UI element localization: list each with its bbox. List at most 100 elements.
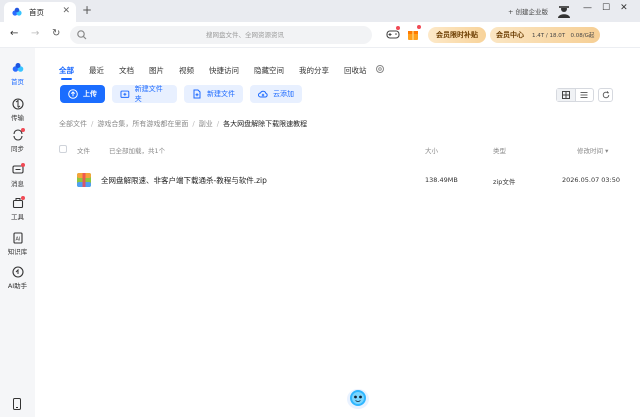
create-enterprise-link[interactable]: + 创建企业版 <box>508 6 548 16</box>
sidebar-item-label: 消息 <box>11 180 24 188</box>
gamepad-badge <box>396 26 400 30</box>
breadcrumb-item[interactable]: 全部文件 <box>59 120 87 128</box>
sidebar-item-label: AI助手 <box>7 282 28 290</box>
sort-desc-icon: ▾ <box>605 147 609 155</box>
sidebar-item-label: 传输 <box>11 114 24 122</box>
refresh-list-button[interactable] <box>598 88 613 102</box>
sidebar-item-transfer[interactable]: 传输 <box>0 98 35 122</box>
user-avatar-icon[interactable] <box>557 4 571 18</box>
new-folder-button[interactable]: 新建文件夹 <box>112 85 177 103</box>
window-close-button[interactable]: ✕ <box>620 3 628 13</box>
col-type-header[interactable]: 类型 <box>493 145 506 155</box>
vip-center-label: 会员中心 <box>496 31 524 39</box>
sidebar-item-label: 首页 <box>11 78 24 86</box>
tab-close-icon[interactable]: ✕ <box>62 6 70 16</box>
file-table-header: 文件 已全部加载，共1个 大小 类型 修改时间 ▾ <box>59 144 619 156</box>
forward-arrow-icon[interactable]: → <box>31 28 39 40</box>
minimize-button[interactable]: — <box>583 3 592 13</box>
refresh-icon[interactable]: ↻ <box>52 28 60 40</box>
zip-file-icon <box>77 173 91 187</box>
new-file-button[interactable]: 新建文件 <box>184 85 243 103</box>
file-modified: 2026.05.07 03:50 <box>562 176 621 184</box>
sidebar-item-label: 知识库 <box>7 248 28 256</box>
breadcrumb-item[interactable]: 游戏合集，所有游戏都在里面 <box>97 120 188 128</box>
tab-videos[interactable]: 视频 <box>179 65 194 76</box>
tab-home[interactable]: 首页 ✕ <box>4 2 76 22</box>
new-folder-icon <box>120 90 130 98</box>
category-tabs: 全部 最近 文档 图片 视频 快捷访问 隐藏空间 我的分享 回收站 <box>59 65 382 80</box>
tab-documents[interactable]: 文档 <box>119 65 134 76</box>
tools-badge <box>21 196 25 200</box>
knowledge-icon: AI <box>12 232 23 244</box>
ai-mascot-icon[interactable] <box>345 385 371 411</box>
file-type: zip文件 <box>493 178 516 186</box>
message-badge <box>21 163 25 167</box>
search-icon <box>77 30 87 40</box>
sidebar-item-home[interactable]: 首页 <box>0 62 35 86</box>
cloud-add-label: 云添加 <box>273 90 294 98</box>
new-tab-button[interactable]: + <box>82 4 92 16</box>
svg-text:AI: AI <box>15 237 20 243</box>
view-toggle <box>556 88 594 102</box>
vip-bonus-button[interactable]: 会员限时补贴 <box>428 27 486 43</box>
vip-center-button[interactable]: 会员中心 1.4T / 18.0T 0.08/G起 <box>490 27 601 43</box>
phone-icon[interactable] <box>12 398 22 410</box>
sync-badge <box>21 128 25 132</box>
sidebar-item-ai-assistant[interactable]: AI助手 <box>0 266 35 290</box>
tab-settings-gear-icon[interactable] <box>375 64 385 74</box>
sidebar-item-knowledge[interactable]: AI 知识库 <box>0 232 35 256</box>
refresh-icon <box>602 91 609 99</box>
breadcrumb-current: 各大网盘解除下载限速教程 <box>223 120 308 128</box>
cloud-icon <box>258 90 268 98</box>
tab-recycle-bin[interactable]: 回收站 <box>344 65 367 76</box>
upload-label: 上传 <box>83 90 97 98</box>
new-folder-label: 新建文件夹 <box>134 85 163 103</box>
vip-price-badge: 0.08/G起 <box>570 33 595 39</box>
storage-quota: 1.4T / 18.0T <box>532 33 566 39</box>
tab-my-shares[interactable]: 我的分享 <box>299 65 329 76</box>
breadcrumb-item[interactable]: 副业 <box>199 120 213 128</box>
breadcrumb: 全部文件 / 游戏合集，所有游戏都在里面 / 副业 / 各大网盘解除下载限速教程 <box>59 120 308 128</box>
load-status: 已全部加载，共1个 <box>109 147 166 155</box>
sidebar: 首页 传输 同步 消息 工具 AI 知识库 AI助手 <box>0 48 35 417</box>
toolbar-row: ← → ↻ 会员限时补贴 会员中心 1.4T / 18.0T 0.08/G起 <box>0 22 640 48</box>
upload-icon <box>68 89 78 99</box>
tab-quick-access[interactable]: 快捷访问 <box>209 65 239 76</box>
file-name[interactable]: 全网盘解限速、非客户端下载通杀-教程与软件.zip <box>101 175 267 186</box>
tab-images[interactable]: 图片 <box>149 65 164 76</box>
col-modified-label: 修改时间 <box>577 147 603 155</box>
file-size: 138.49MB <box>425 176 458 184</box>
tab-hidden-space[interactable]: 隐藏空间 <box>254 65 284 76</box>
main-panel: 全部 最近 文档 图片 视频 快捷访问 隐藏空间 我的分享 回收站 上传 新建文… <box>35 48 640 417</box>
tab-title: 首页 <box>29 7 44 17</box>
ai-assistant-icon <box>11 266 24 278</box>
transfer-icon <box>11 98 24 110</box>
gift-icon[interactable] <box>406 27 420 41</box>
gift-badge <box>417 25 421 29</box>
window-tab-bar: 首页 ✕ + + 创建企业版 — ☐ ✕ <box>0 0 640 22</box>
tab-all[interactable]: 全部 <box>59 65 74 80</box>
new-file-label: 新建文件 <box>207 90 235 98</box>
new-file-icon <box>193 89 201 99</box>
sidebar-item-tools[interactable]: 工具 <box>0 196 35 221</box>
list-view-icon[interactable] <box>576 89 594 101</box>
sidebar-item-label: 同步 <box>11 145 24 153</box>
upload-button[interactable]: 上传 <box>60 85 105 103</box>
grid-view-icon[interactable] <box>557 89 576 101</box>
cloud-add-button[interactable]: 云添加 <box>250 85 302 103</box>
sidebar-item-sync[interactable]: 同步 <box>0 128 35 153</box>
baidu-netdisk-logo-icon <box>12 7 22 16</box>
col-file-header: 文件 <box>77 147 90 155</box>
maximize-button[interactable]: ☐ <box>602 3 610 13</box>
home-icon <box>12 63 23 72</box>
back-arrow-icon[interactable]: ← <box>10 28 18 40</box>
col-modified-header[interactable]: 修改时间 ▾ <box>577 145 608 155</box>
search-box[interactable] <box>70 26 372 44</box>
sidebar-item-messages[interactable]: 消息 <box>0 163 35 188</box>
col-size-header[interactable]: 大小 <box>425 145 438 155</box>
file-row[interactable]: 全网盘解限速、非客户端下载通杀-教程与软件.zip 138.49MB zip文件… <box>59 170 621 188</box>
tab-recent[interactable]: 最近 <box>89 65 104 76</box>
select-all-checkbox[interactable] <box>59 145 67 153</box>
search-input[interactable] <box>130 29 360 41</box>
sidebar-item-label: 工具 <box>11 213 24 221</box>
